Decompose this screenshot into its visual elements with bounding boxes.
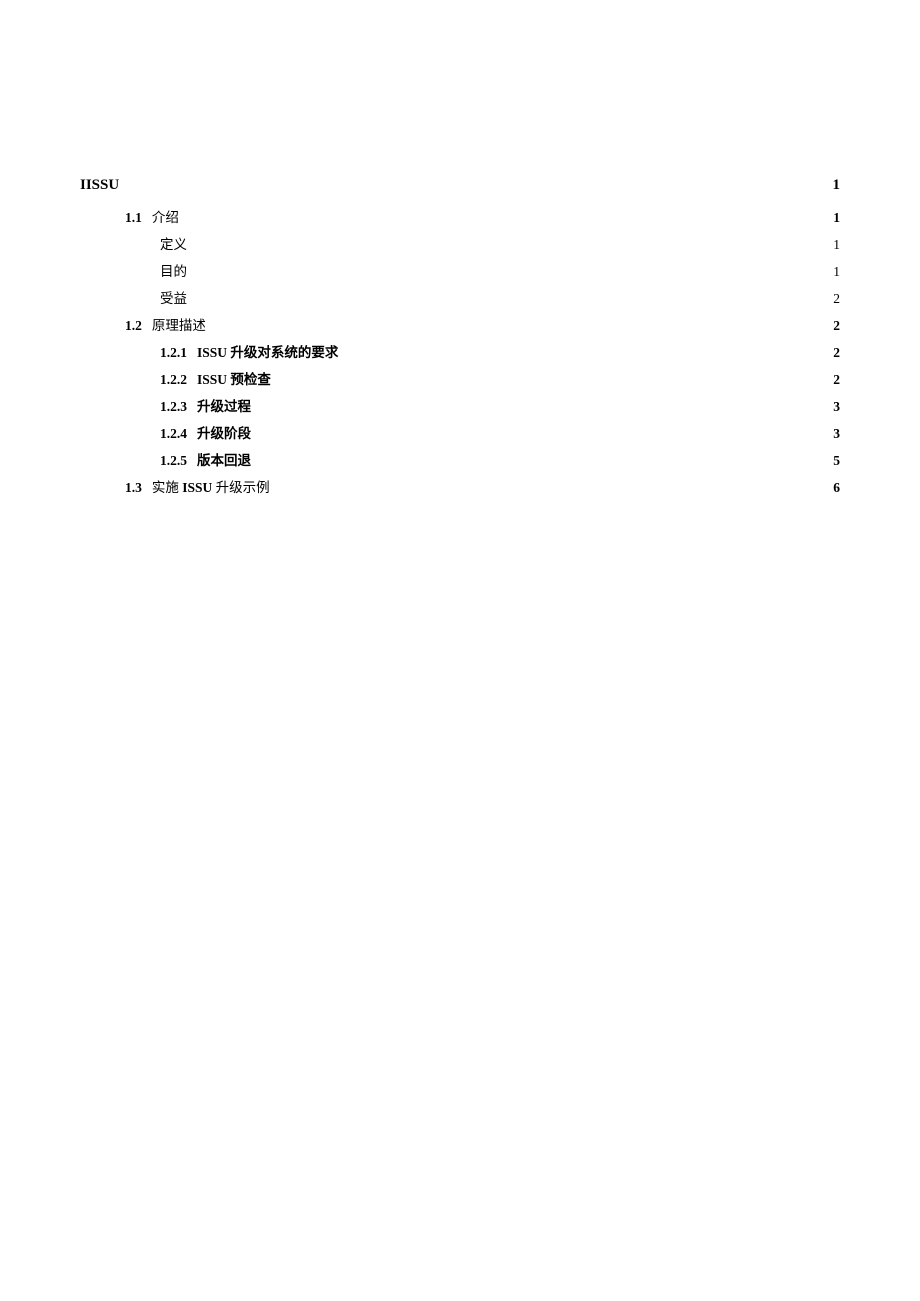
toc-entry-page: 3 [833, 420, 840, 447]
toc-entry-number: 1.1 [125, 204, 142, 231]
toc-entry: 1.2.2 ISSU 预检查 2 [80, 366, 840, 393]
toc-entry-title: 受益 [160, 285, 187, 312]
toc-entry: 定义 1 [80, 231, 840, 258]
toc-entry-title: ISSU 升级对系统的要求 [197, 339, 338, 366]
toc-entry-title: 介绍 [152, 204, 179, 231]
toc-entry-page: 2 [833, 285, 840, 312]
toc-entry: 目的 1 [80, 258, 840, 285]
toc-body: 1.1 介绍 1 定义 1 目的 1 受益 2 1.2 原理描述 2 1.2.1 ISSU 升级对系统的要… [80, 204, 840, 501]
toc-entry-title: 升级过程 [197, 393, 251, 420]
toc-entry: 1.2.3 升级过程 3 [80, 393, 840, 420]
toc-entry-title: 升级阶段 [197, 420, 251, 447]
toc-entry: 受益 2 [80, 285, 840, 312]
toc-entry-number: 1.2.2 [160, 366, 187, 393]
toc-entry: 1.2 原理描述 2 [80, 312, 840, 339]
toc-entry: 1.2.1 ISSU 升级对系统的要求 2 [80, 339, 840, 366]
toc-entry-title: ISSU 预检查 [197, 366, 271, 393]
toc-title-row: IISSU 1 [80, 170, 840, 200]
toc-entry-number: 1.2.4 [160, 420, 187, 447]
toc-entry-number: 1.2.3 [160, 393, 187, 420]
toc-entry-number: 1.2.5 [160, 447, 187, 474]
toc-entry-title: 实施 ISSU 升级示例 [152, 474, 270, 501]
toc-title-text: IISSU [80, 170, 119, 200]
toc-entry-page: 2 [833, 312, 840, 339]
toc-entry-page: 2 [833, 366, 840, 393]
toc-entry-title: 定义 [160, 231, 187, 258]
toc-entry-page: 5 [833, 447, 840, 474]
toc-entry-title: 原理描述 [152, 312, 206, 339]
toc-entry-number: 1.3 [125, 474, 142, 501]
toc-entry: 1.3 实施 ISSU 升级示例 6 [80, 474, 840, 501]
toc-entry-number: 1.2 [125, 312, 142, 339]
toc-entry: 1.1 介绍 1 [80, 204, 840, 231]
toc-entry: 1.2.5 版本回退 5 [80, 447, 840, 474]
document-page: IISSU 1 1.1 介绍 1 定义 1 目的 1 受益 2 1.2 原理描述 2 1.2.1 ISSU… [0, 0, 920, 1301]
toc-entry-page: 1 [833, 204, 840, 231]
toc-entry-title: 版本回退 [197, 447, 251, 474]
toc-title-page: 1 [833, 170, 841, 200]
toc-entry-page: 3 [833, 393, 840, 420]
toc-entry-title: 目的 [160, 258, 187, 285]
toc-entry-page: 1 [833, 258, 840, 285]
toc-entry-page: 1 [833, 231, 840, 258]
toc-entry-page: 2 [833, 339, 840, 366]
toc-entry: 1.2.4 升级阶段 3 [80, 420, 840, 447]
toc-entry-number: 1.2.1 [160, 339, 187, 366]
toc-entry-page: 6 [833, 474, 840, 501]
